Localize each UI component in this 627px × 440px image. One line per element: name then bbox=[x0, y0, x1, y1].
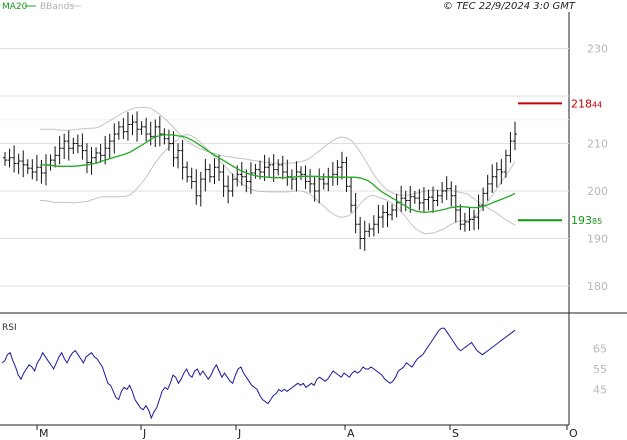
y-tick-label: 180 bbox=[587, 280, 608, 293]
rsi-tick-label: 65 bbox=[593, 343, 607, 356]
rsi-tick-label: 45 bbox=[593, 383, 607, 396]
x-tick-label: M bbox=[39, 427, 49, 440]
y-tick-label: 190 bbox=[587, 233, 608, 246]
rsi-tick-label: 55 bbox=[593, 363, 607, 376]
x-tick-label: J bbox=[237, 427, 241, 440]
rsi-label: RSI bbox=[2, 323, 17, 333]
y-tick-label: 200 bbox=[587, 185, 608, 198]
price-chart: 2184419385 230210200190180 655545 MJJASO… bbox=[0, 0, 627, 440]
x-tick-label: A bbox=[347, 427, 355, 440]
legend-bbands: BBands bbox=[40, 2, 74, 12]
x-tick-label: J bbox=[142, 427, 146, 440]
y-tick-label: 210 bbox=[587, 138, 608, 151]
y-tick-label: 230 bbox=[587, 43, 608, 56]
rsi-axis-ticks: 65 55 45 bbox=[593, 343, 607, 397]
x-tick-label: O bbox=[569, 427, 578, 440]
legend-ma20: MA20 bbox=[2, 2, 28, 12]
x-tick-label: S bbox=[452, 427, 459, 440]
timestamp: © TEC 22/9/2024 3:0 GMT bbox=[443, 1, 576, 12]
